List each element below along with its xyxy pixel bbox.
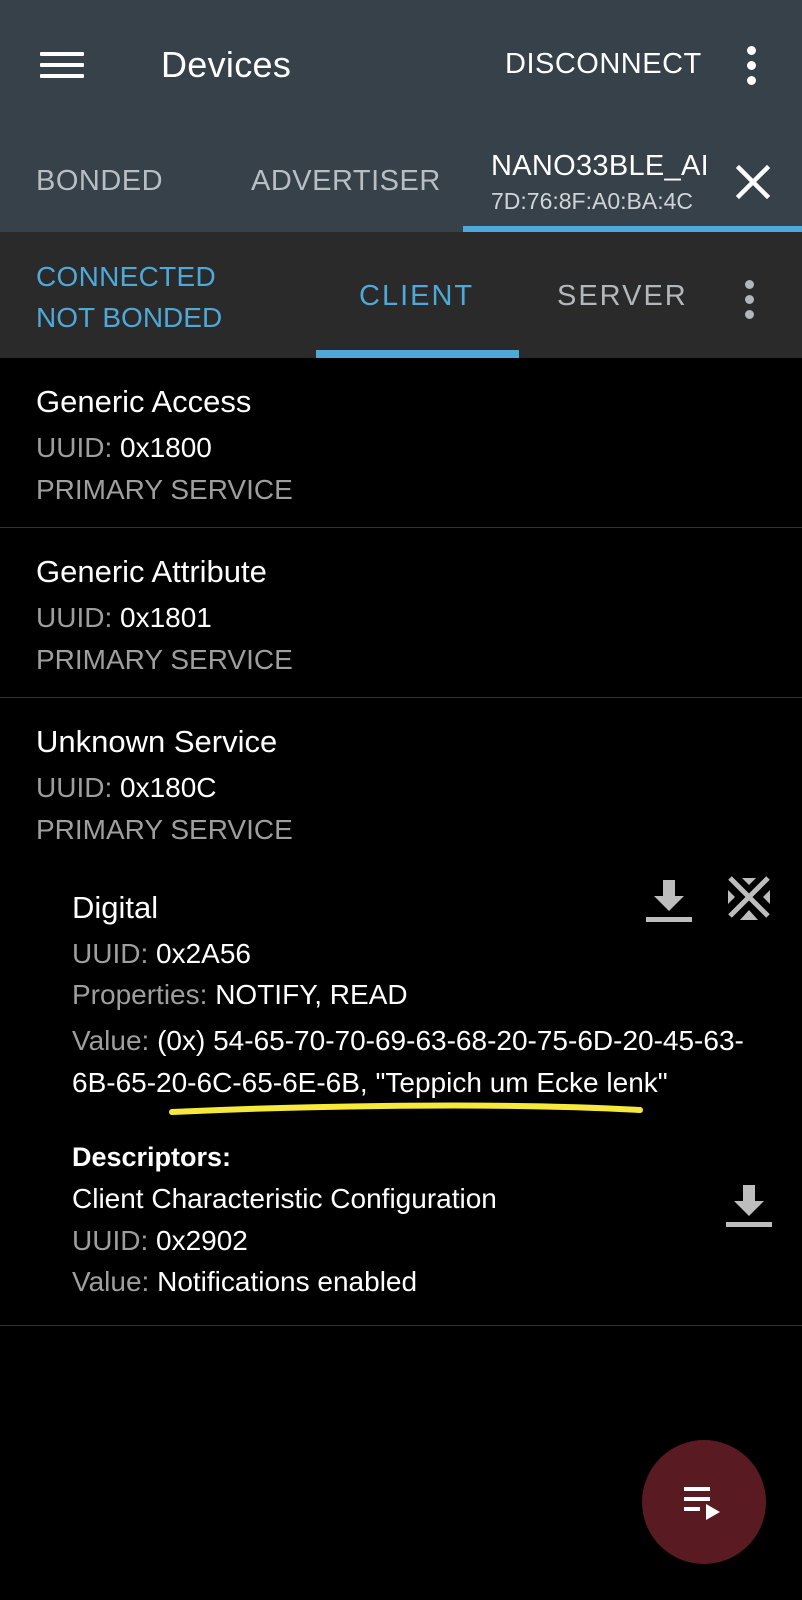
notifications-off-icon[interactable] xyxy=(724,874,774,924)
close-icon[interactable] xyxy=(733,162,773,202)
characteristic-name[interactable]: Digital xyxy=(72,890,158,926)
device-mac-address: 7D:76:8F:A0:BA:4C xyxy=(491,188,693,214)
characteristic-value: Value: (0x) 54-65-70-70-69-63-68-20-75-6… xyxy=(72,1025,744,1098)
descriptor-value: Value: Notifications enabled xyxy=(72,1266,418,1297)
bond-status: NOT BONDED xyxy=(36,302,223,333)
descriptor-uuid: UUID: 0x2902 xyxy=(72,1225,248,1256)
device-name: NANO33BLE_AI xyxy=(491,150,709,182)
service-type: PRIMARY SERVICE xyxy=(36,814,293,845)
service-uuid: UUID: 0x180C xyxy=(36,772,217,803)
service-type: PRIMARY SERVICE xyxy=(36,474,293,505)
app-bar: Devices DISCONNECT BONDED ADVERTISER NAN… xyxy=(0,0,802,232)
tab-device[interactable]: NANO33BLE_AI 7D:76:8F:A0:BA:4C xyxy=(463,140,802,232)
connection-status: CONNECTED xyxy=(36,261,217,292)
disconnect-button[interactable]: DISCONNECT xyxy=(505,48,702,81)
descriptor-name[interactable]: Client Characteristic Configuration xyxy=(72,1183,497,1215)
service-name: Generic Access xyxy=(36,384,252,419)
connection-bar: CONNECTED NOT BONDED CLIENT SERVER xyxy=(0,232,802,358)
more-vert-icon[interactable] xyxy=(735,278,765,322)
characteristic-properties: Properties: NOTIFY, READ xyxy=(72,979,408,1010)
tab-advertiser[interactable]: ADVERTISER xyxy=(251,165,441,198)
tab-bonded[interactable]: BONDED xyxy=(36,165,163,198)
service-name: Generic Attribute xyxy=(36,554,267,589)
more-vert-icon[interactable] xyxy=(737,44,767,88)
service-item-unknown-service[interactable]: Unknown Service UUID: 0x180C PRIMARY SER… xyxy=(0,698,802,858)
service-uuid: UUID: 0x1800 xyxy=(36,432,212,463)
service-item-generic-access[interactable]: Generic Access UUID: 0x1800 PRIMARY SERV… xyxy=(0,358,802,528)
hamburger-menu-icon[interactable] xyxy=(40,48,84,82)
client-tab-indicator xyxy=(316,350,519,358)
download-icon[interactable] xyxy=(644,876,694,926)
tab-server[interactable]: SERVER xyxy=(557,280,688,313)
service-name: Unknown Service xyxy=(36,724,278,759)
characteristic-uuid: UUID: 0x2A56 xyxy=(72,938,251,969)
page-title: Devices xyxy=(161,44,292,85)
download-icon[interactable] xyxy=(724,1181,774,1231)
log-fab-button[interactable] xyxy=(642,1440,766,1564)
playlist-play-icon xyxy=(684,1487,720,1520)
service-type: PRIMARY SERVICE xyxy=(36,644,293,675)
characteristic-item: Digital UUID: 0x2A56 Properties: NOTIFY,… xyxy=(0,858,802,1326)
service-item-generic-attribute[interactable]: Generic Attribute UUID: 0x1801 PRIMARY S… xyxy=(0,528,802,698)
service-uuid: UUID: 0x1801 xyxy=(36,602,212,633)
tab-client[interactable]: CLIENT xyxy=(359,280,474,313)
descriptors-heading: Descriptors: xyxy=(72,1142,232,1172)
